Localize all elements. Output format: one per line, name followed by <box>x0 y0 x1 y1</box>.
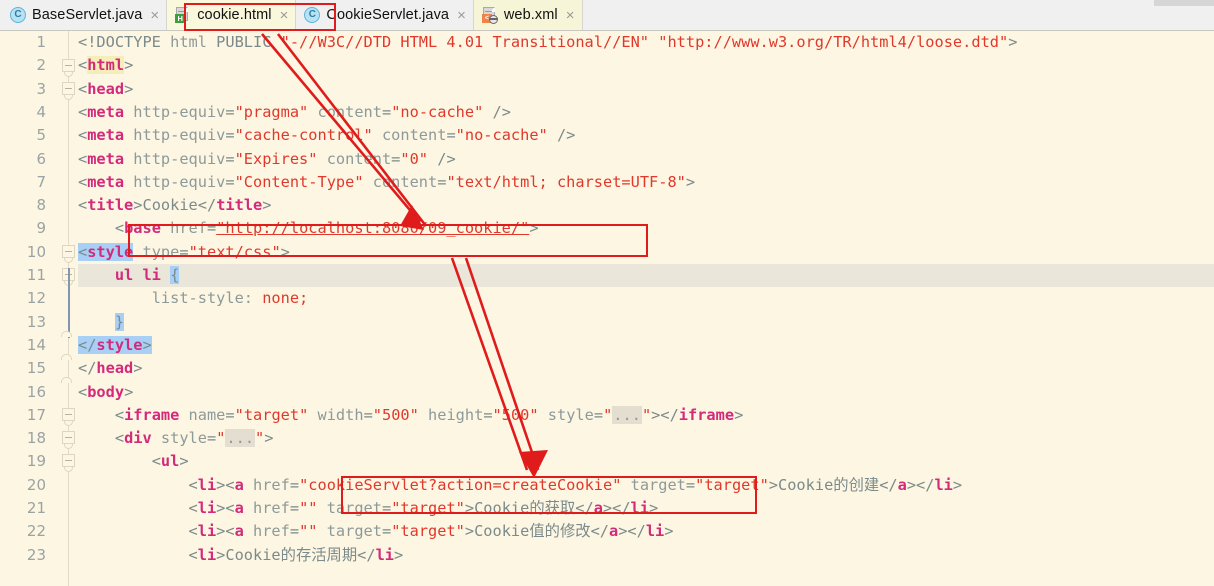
line-number: 10 <box>26 242 46 261</box>
code-line-2: <html> <box>78 56 134 75</box>
code-line-16: <body> <box>78 382 134 401</box>
tab-baseservlet-java[interactable]: C BaseServlet.java × <box>2 0 168 30</box>
fold-toggle-line-2[interactable] <box>62 59 75 77</box>
line-number: 19 <box>26 452 46 471</box>
line-number: 9 <box>36 219 46 238</box>
line-number: 22 <box>26 522 46 541</box>
tab-label: BaseServlet.java <box>32 7 143 23</box>
tab-label: cookie.html <box>197 7 272 23</box>
line-number-gutter: 1 2 3 4 5 6 7 8 9 10 11 12 13 14 15 16 1… <box>0 31 60 586</box>
code-line-15: </head> <box>78 359 143 378</box>
line-number: 20 <box>26 475 46 494</box>
tab-cookieservlet-java[interactable]: C CookieServlet.java × <box>296 0 474 30</box>
fold-toggle-line-19[interactable] <box>62 454 75 472</box>
line-number: 15 <box>26 359 46 378</box>
line-number: 1 <box>36 33 46 51</box>
code-line-5: <meta http-equiv="cache-control" content… <box>78 126 576 145</box>
line-number: 21 <box>26 499 46 517</box>
line-number: 8 <box>36 196 46 215</box>
code-line-19: <ul> <box>151 452 189 471</box>
tabbar-scroll-indicator <box>1154 0 1214 6</box>
fold-toggle-line-18[interactable] <box>62 431 75 449</box>
java-class-icon: C <box>10 7 26 23</box>
line-number: 23 <box>26 545 46 564</box>
tab-cookie-html[interactable]: H cookie.html × <box>167 0 297 30</box>
fold-end-line-15 <box>61 377 72 383</box>
close-icon[interactable]: × <box>148 8 159 23</box>
close-icon[interactable]: × <box>564 8 575 23</box>
close-icon[interactable]: × <box>278 8 289 23</box>
code-line-17: <iframe name="target" width="500" height… <box>114 405 744 424</box>
code-line-9: <base href="http://localhost:8080/09_coo… <box>114 219 539 238</box>
xml-file-icon: < <box>481 7 498 24</box>
code-line-13: } <box>114 312 125 331</box>
html-file-icon: H <box>175 7 191 23</box>
code-line-20: <li><a href="cookieServlet?action=create… <box>188 475 963 494</box>
fold-scope-bar-style <box>68 268 70 338</box>
line-number: 5 <box>36 126 46 145</box>
java-class-icon: C <box>304 7 321 23</box>
line-number: 4 <box>36 102 46 121</box>
code-line-10: <style type="text/css"> <box>78 242 290 261</box>
code-line-8: <title>Cookie</title> <box>78 196 272 215</box>
line-number: 11 <box>26 266 46 284</box>
code-line-23: <li>Cookie的存活周期</li> <box>188 545 404 564</box>
code-line-21: <li><a href="" target="target">Cookie的获取… <box>188 499 659 517</box>
code-line-12: list-style: none; <box>151 289 309 308</box>
code-editor-window: C BaseServlet.java × H cookie.html × C C… <box>0 0 1214 586</box>
code-line-4: <meta http-equiv="pragma" content="no-ca… <box>78 102 511 121</box>
line-number: 2 <box>36 56 46 75</box>
line-number: 18 <box>26 429 46 448</box>
line-number: 17 <box>26 405 46 424</box>
line-number: 14 <box>26 335 46 354</box>
code-line-6: <meta http-equiv="Expires" content="0" /… <box>78 149 456 168</box>
code-text-area[interactable]: <!DOCTYPE html PUBLIC "-//W3C//DTD HTML … <box>78 31 1214 586</box>
line-number: 6 <box>36 149 46 168</box>
fold-toggle-line-3[interactable] <box>62 82 75 100</box>
fold-toggle-line-10[interactable] <box>62 245 75 263</box>
line-number: 3 <box>36 79 46 98</box>
line-number: 7 <box>36 172 46 191</box>
line-number: 12 <box>26 289 46 308</box>
tab-label: CookieServlet.java <box>326 7 450 23</box>
editor-body[interactable]: 1 2 3 4 5 6 7 8 9 10 11 12 13 14 15 16 1… <box>0 31 1214 586</box>
editor-tab-bar: C BaseServlet.java × H cookie.html × C C… <box>0 0 1214 31</box>
line-number: 13 <box>26 312 46 331</box>
fold-ellipsis[interactable]: ... <box>225 429 256 448</box>
code-line-18: <div style="..."> <box>114 429 274 448</box>
tab-web-xml[interactable]: < web.xml × <box>473 0 583 30</box>
fold-end-line-13 <box>61 331 72 337</box>
line-number: 16 <box>26 382 46 401</box>
code-line-14: </style> <box>78 335 152 354</box>
code-line-11: ul li { <box>114 266 180 284</box>
code-line-22: <li><a href="" target="target">Cookie值的修… <box>188 522 674 541</box>
close-icon[interactable]: × <box>455 8 466 23</box>
code-line-1: <!DOCTYPE html PUBLIC "-//W3C//DTD HTML … <box>78 33 1018 51</box>
fold-end-line-14 <box>61 354 72 360</box>
fold-ellipsis[interactable]: ... <box>612 405 642 424</box>
fold-toggle-line-16[interactable] <box>62 408 75 426</box>
code-line-7: <meta http-equiv="Content-Type" content=… <box>78 172 696 191</box>
code-folding-gutter[interactable] <box>60 31 78 586</box>
tab-label: web.xml <box>503 7 558 23</box>
code-line-3: <head> <box>78 79 134 98</box>
